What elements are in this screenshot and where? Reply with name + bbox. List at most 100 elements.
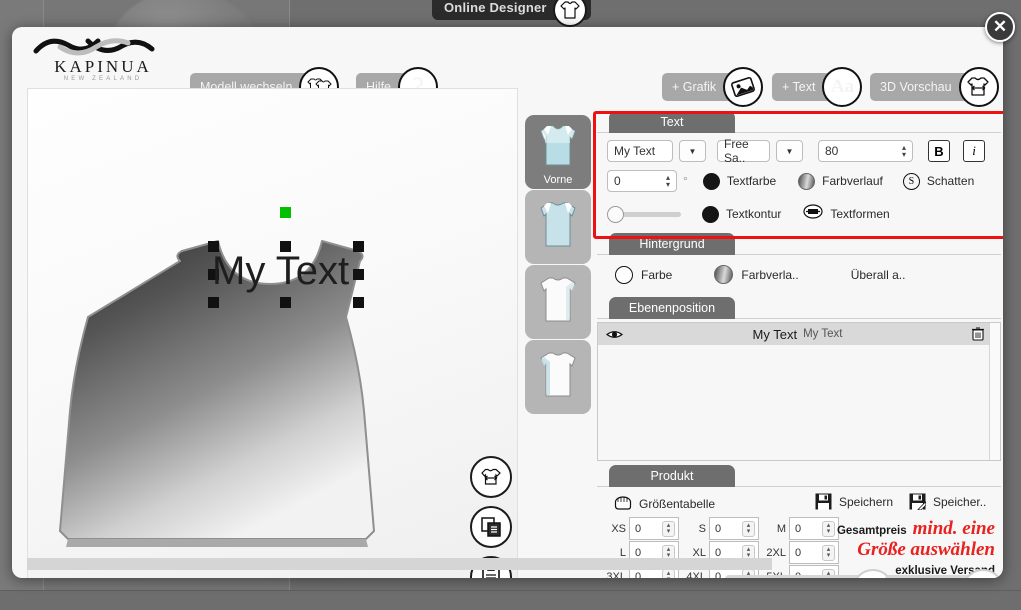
text-outline-control[interactable]: Textkontur — [702, 205, 781, 223]
font-family-select[interactable]: Free Sa.. — [717, 137, 770, 165]
text-aa-glyph: Aa — [830, 76, 855, 97]
save-as-label: Speicher.. — [933, 494, 987, 509]
resize-handle-bl[interactable] — [208, 297, 219, 308]
layer-list-scrollbar[interactable] — [989, 323, 1000, 460]
text-value-input[interactable]: My Text — [607, 140, 673, 162]
text-shapes-control[interactable]: Textformen — [803, 204, 890, 224]
bottom-placeholder-bar — [27, 558, 772, 570]
add-to-cart-button[interactable]: In den Warenkorb — [725, 569, 894, 578]
size-label-3xl: 3XL — [606, 570, 626, 579]
size-table-button[interactable]: Größentabelle — [613, 495, 715, 513]
view-thumbnail-list: Vorne — [525, 115, 591, 415]
table-row[interactable]: My Text My Text — [598, 323, 1000, 345]
view-thumb-front-label: Vorne — [543, 174, 573, 186]
shadow-s-icon[interactable]: S — [902, 172, 920, 190]
preview-3d-label: 3D Vorschau — [880, 80, 952, 94]
total-price-value-line1: mind. eine — [912, 518, 995, 539]
text-section-tab-rail: Text — [597, 111, 1001, 133]
modal-header: KAPINUA NEW ZEALAND Modell wechseln Hilf… — [12, 27, 1003, 107]
save-button[interactable]: Speichern — [815, 493, 893, 510]
rotation-value: 0 — [614, 174, 621, 188]
background-color-option[interactable]: Farbe — [615, 265, 673, 284]
text-shadow-label: Schatten — [926, 174, 975, 188]
size-label-xs: XS — [611, 522, 626, 535]
color-swatch-icon[interactable] — [702, 172, 720, 190]
gradient-swatch-icon[interactable] — [798, 172, 816, 190]
text-shadow-control[interactable]: S Schatten — [902, 172, 975, 190]
background-color-label: Farbe — [641, 267, 673, 282]
add-graphic-label: + Grafik — [672, 80, 717, 94]
tab-background[interactable]: Hintergrund — [609, 233, 735, 255]
resize-handle-tr[interactable] — [353, 241, 364, 252]
background-gradient-label: Farbverla.. — [741, 267, 799, 282]
tab-text[interactable]: Text — [609, 111, 735, 133]
font-size-spinner-icon[interactable]: ▴ ▾ — [902, 144, 906, 159]
order-button[interactable]: Bestellen $ — [885, 569, 1003, 578]
trash-icon[interactable] — [972, 327, 985, 341]
3d-shirt-icon — [958, 67, 999, 107]
outline-width-slider-knob[interactable] — [607, 205, 624, 223]
preview-3d-button[interactable]: 3D Vorschau — [870, 67, 999, 107]
text-gradient-label: Farbverlauf — [822, 174, 883, 188]
resize-handle-mr[interactable] — [353, 269, 364, 280]
size-label-s: S — [698, 522, 706, 535]
italic-button[interactable]: i — [963, 140, 985, 162]
canvas-text-object[interactable]: My Text — [212, 249, 349, 294]
right-panel: Text My Text ▼ Free Sa.. ▼ 80 ▴ ▾ B i 0 … — [597, 111, 1003, 579]
layer-list[interactable]: My Text My Text — [597, 322, 1001, 461]
logo-tagline: NEW ZEALAND — [63, 76, 143, 82]
rotation-field[interactable]: 0 ▴ ▾ — [607, 170, 677, 192]
italic-label: i — [972, 143, 976, 158]
font-family-dropdown-icon[interactable]: ▼ — [776, 140, 803, 162]
online-designer-tab[interactable]: Online Designer — [432, 0, 591, 27]
view-thumb-right[interactable] — [525, 340, 591, 414]
shirt-render — [28, 89, 519, 578]
background-gradient-option[interactable]: Farbverla.. — [714, 265, 799, 284]
view-thumb-back[interactable] — [525, 190, 591, 264]
outline-swatch-icon[interactable] — [702, 205, 719, 223]
bold-label: B — [934, 143, 944, 159]
duplicate-button[interactable] — [470, 506, 512, 548]
save-as-button[interactable]: Speicher.. — [909, 493, 986, 510]
text-controls-row-2: 0 ▴ ▾ ° Textfarbe Farbverlauf S Schatten — [607, 170, 1001, 192]
font-size-field[interactable]: 80 ▴ ▾ — [818, 140, 913, 162]
bold-button[interactable]: B — [928, 140, 950, 162]
background-controls: Farbe Farbverla.. Überall a.. — [597, 255, 1001, 284]
view-thumb-front[interactable]: Vorne — [525, 115, 591, 189]
rotation-spinner-icon[interactable]: ▴ ▾ — [666, 174, 670, 189]
resize-handle-bc[interactable] — [280, 297, 291, 308]
add-graphic-button[interactable]: + Grafik — [662, 67, 764, 107]
rotate-handle[interactable] — [280, 207, 291, 218]
resize-handle-br[interactable] — [353, 297, 364, 308]
tab-layers[interactable]: Ebenenposition — [609, 297, 735, 319]
text-value-dropdown-icon[interactable]: ▼ — [679, 140, 706, 162]
image-icon — [723, 67, 764, 107]
text-controls-row-1: My Text ▼ Free Sa.. ▼ 80 ▴ ▾ B i — [607, 137, 1001, 165]
text-controls: My Text ▼ Free Sa.. ▼ 80 ▴ ▾ B i 0 ▴ ▾ °… — [597, 133, 1001, 224]
layer-preview-text: My Text — [752, 326, 798, 342]
background-section-tab-rail: Hintergrund — [597, 233, 1001, 255]
tab-product-label: Produkt — [650, 469, 694, 483]
background-everywhere-label[interactable]: Überall a.. — [851, 268, 906, 282]
add-text-button[interactable]: + Text Aa — [772, 67, 863, 107]
text-shapes-icon[interactable] — [803, 204, 823, 224]
text-gradient-control[interactable]: Farbverlauf — [798, 172, 883, 190]
view-thumb-left[interactable] — [525, 265, 591, 339]
product-section-tab-rail: Produkt — [597, 465, 1001, 487]
size-input-xs[interactable]: XS 0 ▴ ▾ — [603, 517, 679, 540]
gradient-circle-icon[interactable] — [714, 265, 734, 284]
floppy-disk-edit-icon — [909, 493, 926, 510]
designer-modal: KAPINUA NEW ZEALAND Modell wechseln Hilf… — [12, 27, 1003, 578]
circle-outline-icon[interactable] — [615, 265, 633, 284]
measuring-tape-icon — [613, 495, 633, 513]
online-designer-label: Online Designer — [444, 0, 547, 15]
design-canvas[interactable]: My Text — [27, 88, 518, 578]
close-icon[interactable]: ✕ — [985, 12, 1015, 42]
reset-shirt-button[interactable] — [470, 456, 512, 498]
outline-width-slider[interactable] — [607, 205, 681, 223]
text-color-control[interactable]: Textfarbe — [702, 172, 776, 190]
size-label-l: L — [619, 546, 626, 559]
size-spinner-xs[interactable]: ▴ ▾ — [662, 520, 675, 537]
tab-product[interactable]: Produkt — [609, 465, 735, 487]
eye-icon[interactable] — [606, 329, 623, 340]
